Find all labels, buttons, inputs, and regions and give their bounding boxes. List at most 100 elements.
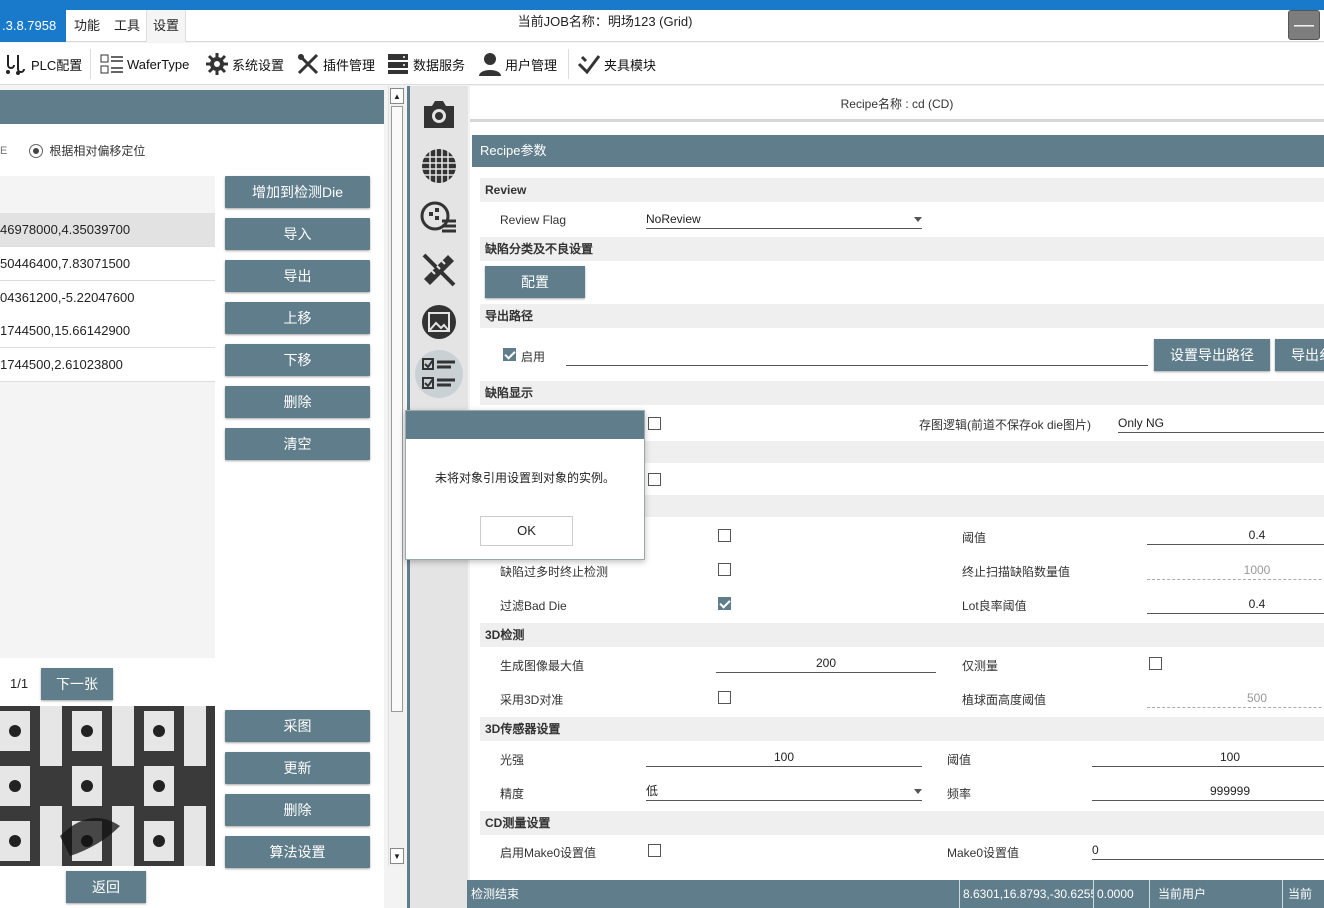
wafer-map-icon[interactable] [419,146,459,186]
error-dialog: 未将对象引用设置到对象的实例。 OK [405,410,645,560]
max-image-input[interactable]: 200 [716,653,936,673]
lot-yield-input[interactable]: 0.4 [1147,594,1324,614]
list-item[interactable]: 1744500,2.61023800 [0,348,215,382]
defect-display-checkbox[interactable] [648,417,661,430]
user-manager-label: 用户管理 [505,57,558,73]
fixture-module-button[interactable]: 夹具模块 [577,43,656,85]
measure-only-checkbox[interactable] [1149,657,1162,670]
menu-tools[interactable]: 工具 [114,10,140,42]
export-enable-checkbox[interactable] [503,348,516,361]
delete-image-button[interactable]: 删除 [225,794,370,826]
relative-offset-label: 根据相对偏移定位 [49,144,146,158]
update-button[interactable]: 更新 [225,752,370,784]
toolbar: PLC配置 WaferType 系统设置 插件管理 数据服务 用户管理 夹具模块 [0,43,1324,85]
stop-detection-checkbox[interactable] [718,563,731,576]
save-logic-select[interactable]: Only NG [1118,413,1324,433]
list-item[interactable]: 1744500,15.66142900 [0,314,215,348]
ok-button[interactable]: OK [480,516,573,546]
capture-image-button[interactable]: 采图 [225,710,370,742]
group-3d-sensor: 3D传感器设置 [480,717,1324,741]
wafertype-icon [100,54,123,74]
data-service-label: 数据服务 [413,57,466,73]
stop-count-input[interactable]: 1000 [1147,560,1324,580]
group-defect-display: 缺陷显示 [480,381,1324,405]
add-to-die-button[interactable]: 增加到检测Die [225,176,370,208]
version-label: .3.8.7958 [0,10,66,42]
import-button[interactable]: 导入 [225,218,370,250]
review-flag-value: NoReview [646,212,701,226]
left-panel-header [0,90,384,124]
left-panel: E 根据相对偏移定位 46978000,4.35039700 50446400,… [0,90,384,908]
export-button[interactable]: 导出 [225,260,370,292]
group-cd-measure: CD测量设置 [480,811,1324,835]
algorithm-settings-button[interactable]: 算法设置 [225,836,370,868]
chevron-down-icon [914,789,922,794]
back-button[interactable]: 返回 [66,871,146,903]
3d-align-checkbox[interactable] [718,691,731,704]
menu-function[interactable]: 功能 [74,10,100,42]
filter-bad-die-checkbox[interactable] [718,597,731,610]
fixture-icon [577,55,601,75]
minimize-button[interactable]: — [1288,10,1320,40]
threshold-label: 阈值 [962,531,987,545]
make0-enable-label: 启用Make0设置值 [500,846,597,860]
group-defect-class: 缺陷分类及不良设置 [480,237,1324,261]
menu-settings[interactable]: 设置 [146,10,187,42]
delete-button[interactable]: 删除 [225,386,370,418]
config-button[interactable]: 配置 [485,266,585,298]
sensor-threshold-input[interactable]: 100 [1092,747,1324,767]
image-frame-icon[interactable] [419,302,459,342]
clear-button[interactable]: 清空 [225,428,370,460]
ball-height-input[interactable]: 500 [1147,688,1324,708]
measure-only-label: 仅测量 [962,659,999,673]
data-service-button[interactable]: 数据服务 [386,43,465,85]
filter-checkbox[interactable] [718,529,731,542]
relative-offset-radio[interactable] [29,143,44,158]
wafer-list-icon[interactable] [419,198,459,238]
set-export-path-button[interactable]: 设置导出路径 [1154,339,1270,371]
make0-input[interactable]: 0 [1092,840,1324,860]
sensor-threshold-label: 阈值 [947,753,972,767]
list-item[interactable]: 46978000,4.35039700 [0,213,215,247]
list-item[interactable]: 50446400,7.83071500 [0,247,215,281]
review-flag-select[interactable]: NoReview [646,209,922,229]
wafertype-button[interactable]: WaferType [100,43,189,85]
user-manager-button[interactable]: 用户管理 [478,43,557,85]
system-settings-button[interactable]: 系统设置 [205,43,284,85]
list-item[interactable]: 04361200,-5.22047600 [0,281,215,315]
scroll-down-arrow[interactable]: ▼ [390,848,404,864]
precision-select[interactable]: 低 [646,781,922,801]
plc-config-button[interactable]: PLC配置 [4,43,82,85]
next-image-button[interactable]: 下一张 [41,668,113,700]
recipe-name: Recipe名称 : cd (CD) [470,86,1324,122]
make0-enable-checkbox[interactable] [648,844,661,857]
camera-icon[interactable] [419,94,459,134]
page-indicator: 1/1 [10,676,29,691]
scroll-up-arrow[interactable]: ▲ [390,88,404,104]
system-settings-label: 系统设置 [232,57,285,73]
scroll-thumb[interactable] [391,106,403,712]
ruler-tools-icon[interactable] [419,250,459,290]
precision-label: 精度 [500,787,525,801]
frequency-input[interactable]: 999999 [1092,781,1324,801]
export-button-partial[interactable]: 导出纟 [1275,339,1324,371]
group-3d-detection: 3D检测 [480,623,1324,647]
toolbar-separator [90,49,91,79]
review-flag-label: Review Flag [500,213,567,227]
light-intensity-input[interactable]: 100 [646,747,922,767]
move-down-button[interactable]: 下移 [225,344,370,376]
option-checkbox[interactable] [648,473,661,486]
threshold-input[interactable]: 0.4 [1147,525,1324,545]
status-user: 当前用户 [1149,880,1219,908]
left-scrollbar[interactable]: ▲ ▼ [388,86,405,866]
plugin-manager-button[interactable]: 插件管理 [296,43,375,85]
group-export-path: 导出路径 [480,304,1324,328]
move-up-button[interactable]: 上移 [225,302,370,334]
radio-partial-label: E [0,144,8,157]
chevron-down-icon [914,217,922,222]
gear-icon [206,53,228,75]
make0-label: Make0设置值 [947,846,1020,860]
die-position-list[interactable]: 46978000,4.35039700 50446400,7.83071500 … [0,176,215,658]
checklist-icon[interactable] [415,350,463,398]
export-path-input[interactable] [566,346,1148,366]
